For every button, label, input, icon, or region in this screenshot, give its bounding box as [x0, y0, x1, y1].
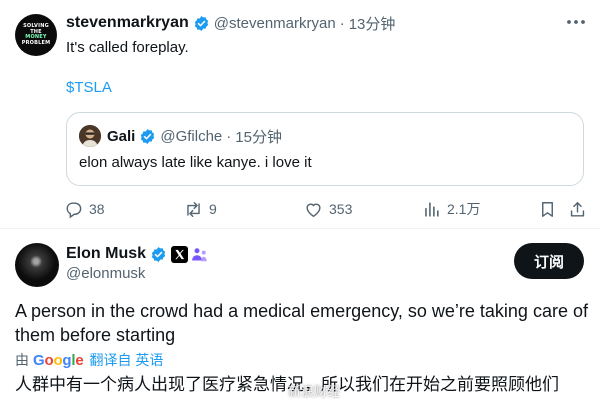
- tweet-stevenmarkryan[interactable]: SOLVING THE MONEY PROBLEM stevenmarkryan…: [0, 0, 600, 228]
- avatar[interactable]: SOLVING THE MONEY PROBLEM: [15, 14, 57, 56]
- share-icon: [570, 201, 585, 217]
- watermark: 新浪财经: [288, 384, 341, 399]
- cashtag-link[interactable]: $TSLA: [66, 78, 112, 98]
- quote-avatar[interactable]: [79, 125, 101, 147]
- bookmark-icon: [542, 201, 553, 217]
- timestamp[interactable]: 13分钟: [349, 13, 396, 34]
- google-logo: Google: [33, 351, 84, 369]
- avatar-text-4: PROBLEM: [21, 39, 51, 46]
- handle[interactable]: @elonmusk: [66, 265, 145, 282]
- display-name[interactable]: Elon Musk: [66, 245, 146, 263]
- verified-badge-icon: [141, 128, 155, 144]
- quote-timestamp[interactable]: 15分钟: [235, 126, 282, 147]
- translation-attribution: 由 Google 翻译自 英语: [15, 350, 163, 370]
- more-horizontal-icon[interactable]: [564, 12, 588, 32]
- share-button[interactable]: [568, 196, 593, 222]
- verified-badge-icon: [194, 15, 208, 31]
- action-bar: 38 9 353 2.1万: [60, 196, 588, 222]
- quote-handle[interactable]: @Gfilche: [160, 128, 222, 145]
- view-count: 2.1万: [447, 201, 481, 217]
- heart-icon: [306, 203, 321, 217]
- translate-source-link[interactable]: 翻译自 英语: [90, 350, 164, 370]
- handle[interactable]: @stevenmarkryan: [214, 15, 336, 32]
- display-name[interactable]: stevenmarkryan: [66, 14, 189, 32]
- verified-badge-icon: [151, 246, 166, 262]
- subscribe-button[interactable]: 订阅: [514, 243, 584, 279]
- repost-icon: [187, 201, 200, 217]
- tweet-header: Elon Musk: [66, 243, 209, 265]
- views-icon: [425, 201, 439, 217]
- person-photo-icon: [79, 125, 101, 147]
- reply-count: 38: [89, 201, 105, 217]
- like-count: 353: [329, 201, 353, 217]
- separator-dot: ·: [339, 14, 345, 32]
- quote-header: Gali @Gfilche · 15分钟: [107, 125, 282, 147]
- reply-icon: [66, 201, 82, 218]
- x-logo-icon[interactable]: [171, 245, 189, 263]
- views-button[interactable]: 2.1万: [422, 196, 480, 222]
- avatar[interactable]: [15, 243, 59, 287]
- reply-button[interactable]: 38: [64, 196, 105, 222]
- quote-display-name[interactable]: Gali: [107, 128, 135, 145]
- separator-dot: ·: [226, 127, 232, 145]
- repost-count: 9: [209, 201, 217, 217]
- tweet-header: stevenmarkryan @stevenmarkryan · 13分钟: [66, 12, 395, 34]
- quoted-tweet[interactable]: Gali @Gfilche · 15分钟 elon always late li…: [66, 112, 584, 186]
- affiliate-people-icon[interactable]: [191, 246, 209, 263]
- translate-prefix: 由: [15, 352, 29, 368]
- tweet-text: A person in the crowd had a medical emer…: [15, 301, 588, 345]
- tweet-text: It's called foreplay.: [66, 39, 189, 56]
- quote-text: elon always late like kanye. i love it: [79, 154, 312, 171]
- bookmark-button[interactable]: [538, 196, 563, 222]
- repost-button[interactable]: 9: [184, 196, 217, 222]
- like-button[interactable]: 353: [304, 196, 352, 222]
